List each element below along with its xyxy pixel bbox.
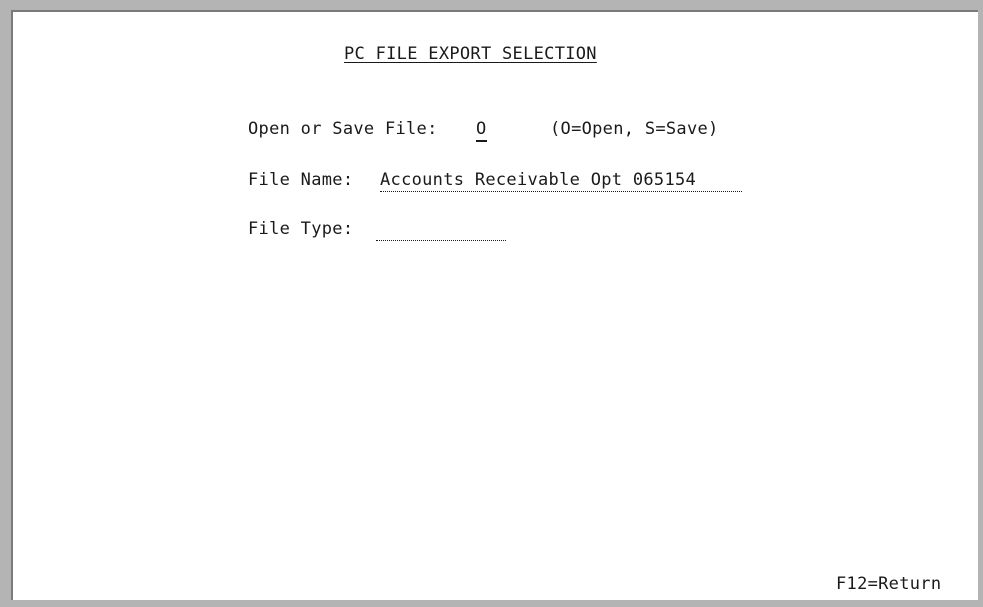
frame-left-shadow xyxy=(11,10,13,607)
frame-top-shadow xyxy=(11,10,983,12)
open-save-hint: (O=Open, S=Save) xyxy=(550,119,719,139)
frame-right-edge xyxy=(978,0,983,607)
open-save-input[interactable]: O xyxy=(476,119,487,142)
open-save-label: Open or Save File: xyxy=(248,119,438,139)
frame-bottom-edge xyxy=(0,600,983,607)
f12-return-key[interactable]: F12=Return xyxy=(836,574,941,594)
file-type-input[interactable] xyxy=(376,219,506,241)
frame-top-edge xyxy=(0,0,983,10)
screen-title: PC FILE EXPORT SELECTION xyxy=(344,44,597,64)
file-type-label: File Type: xyxy=(248,219,354,239)
file-name-label: File Name: xyxy=(248,170,354,190)
file-name-input[interactable]: Accounts Receivable Opt 065154 xyxy=(380,170,742,192)
frame-left-edge xyxy=(0,0,11,607)
terminal-window: PC FILE EXPORT SELECTION Open or Save Fi… xyxy=(0,0,983,607)
